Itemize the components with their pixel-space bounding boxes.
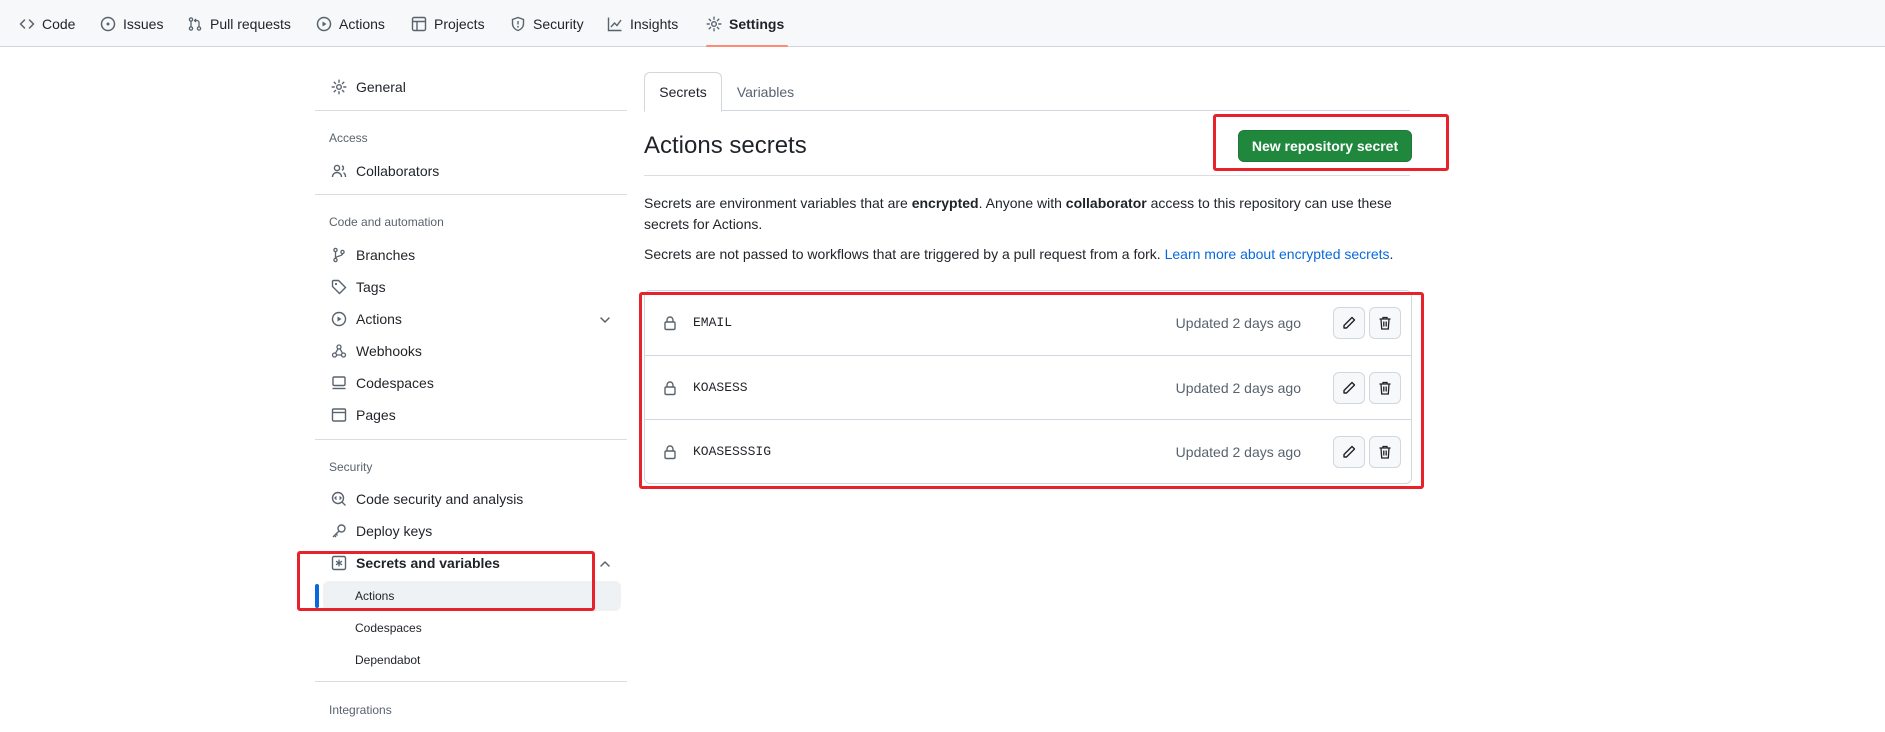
sidebar-divider (315, 439, 627, 440)
secret-row: EMAIL Updated 2 days ago (645, 291, 1411, 355)
issue-icon (100, 16, 116, 31)
branch-icon (333, 247, 345, 263)
nav-projects[interactable]: Projects (411, 0, 485, 47)
sidebar-item-tags[interactable]: Tags (331, 273, 386, 301)
repo-nav: Code Issues Pull requests Actions Projec… (0, 0, 1885, 47)
edit-secret-button[interactable] (1333, 372, 1365, 404)
secret-name: KOASESSSIG (693, 444, 772, 459)
sidebar-heading-access: Access (329, 131, 368, 145)
browser-icon (331, 408, 347, 422)
sidebar-divider (315, 194, 627, 195)
secrets-list: EMAIL Updated 2 days ago KOASESS Updated… (644, 290, 1412, 484)
sidebar-item-general[interactable]: General (331, 73, 406, 101)
sidebar-heading-code-automation: Code and automation (329, 215, 444, 229)
sidebar-active-indicator (315, 584, 319, 608)
chevron-up-icon[interactable] (597, 556, 613, 572)
secret-row: KOASESSSIG Updated 2 days ago (645, 419, 1411, 483)
sidebar-item-actions[interactable]: Actions (331, 305, 402, 333)
tab-variables[interactable]: Variables (728, 72, 803, 112)
secret-updated: Updated 2 days ago (1175, 380, 1301, 396)
secret-row: KOASESS Updated 2 days ago (645, 355, 1411, 419)
sidebar-sub-codespaces[interactable]: Codespaces (355, 621, 422, 635)
nav-settings[interactable]: Settings (706, 0, 789, 47)
nav-actions[interactable]: Actions (316, 0, 385, 47)
pencil-icon (1343, 381, 1356, 394)
tab-divider (644, 110, 1410, 111)
lock-icon (664, 316, 676, 331)
code-icon (19, 18, 35, 29)
sidebar-item-deploy-keys[interactable]: Deploy keys (331, 517, 432, 545)
codescan-icon (331, 491, 346, 506)
title-divider (644, 175, 1410, 176)
lock-icon (664, 381, 676, 396)
pencil-icon (1343, 445, 1356, 458)
chevron-down-icon[interactable] (597, 312, 613, 328)
tab-secrets[interactable]: Secrets (644, 72, 722, 112)
sidebar-sub-actions[interactable]: Actions (355, 589, 394, 603)
new-repository-secret-button[interactable]: New repository secret (1238, 130, 1412, 162)
shield-icon (511, 16, 525, 31)
sidebar-item-branches[interactable]: Branches (331, 241, 415, 269)
edit-secret-button[interactable] (1333, 436, 1365, 468)
pull-request-icon (188, 16, 202, 31)
play-icon (331, 311, 347, 327)
graph-icon (607, 17, 622, 31)
delete-secret-button[interactable] (1369, 307, 1401, 339)
people-icon (331, 164, 347, 178)
trash-icon (1379, 445, 1391, 459)
sidebar-divider (315, 110, 627, 111)
delete-secret-button[interactable] (1369, 436, 1401, 468)
settings-sidebar: General Access Collaborators Code and au… (315, 47, 627, 732)
fork-notice: Secrets are not passed to workflows that… (644, 246, 1394, 262)
sidebar-item-webhooks[interactable]: Webhooks (331, 337, 422, 365)
asterisk-square-icon (331, 555, 347, 571)
sidebar-item-code-security[interactable]: Code security and analysis (331, 485, 523, 513)
play-icon (316, 16, 332, 31)
webhook-icon (331, 344, 347, 358)
nav-code[interactable]: Code (19, 0, 75, 47)
key-icon (332, 524, 346, 538)
sidebar-item-pages[interactable]: Pages (331, 401, 396, 429)
sidebar-heading-security: Security (329, 460, 373, 474)
secret-name: KOASESS (693, 380, 748, 395)
lock-icon (664, 445, 676, 460)
nav-security[interactable]: Security (510, 0, 584, 47)
table-icon (411, 16, 427, 31)
delete-secret-button[interactable] (1369, 372, 1401, 404)
page-title: Actions secrets (644, 132, 807, 159)
sidebar-sub-dependabot[interactable]: Dependabot (355, 653, 420, 667)
sidebar-item-secrets-variables[interactable]: Secrets and variables (331, 549, 500, 577)
codespaces-icon (332, 376, 346, 390)
learn-more-link[interactable]: Learn more about encrypted secrets (1165, 246, 1390, 262)
sidebar-heading-integrations: Integrations (329, 703, 392, 717)
sidebar-item-codespaces[interactable]: Codespaces (331, 369, 434, 397)
secret-name: EMAIL (693, 315, 733, 330)
gear-icon (331, 79, 347, 95)
pencil-icon (1343, 316, 1356, 329)
sidebar-divider (315, 681, 627, 682)
sidebar-item-collaborators[interactable]: Collaborators (331, 157, 439, 185)
nav-pull-requests[interactable]: Pull requests (187, 0, 291, 47)
trash-icon (1379, 316, 1391, 330)
tag-icon (331, 279, 347, 295)
secret-updated: Updated 2 days ago (1175, 444, 1301, 460)
trash-icon (1379, 381, 1391, 395)
gear-icon (706, 16, 722, 31)
secrets-description: Secrets are environment variables that a… (644, 195, 1392, 232)
edit-secret-button[interactable] (1333, 307, 1365, 339)
secret-updated: Updated 2 days ago (1175, 315, 1301, 331)
nav-insights[interactable]: Insights (607, 0, 678, 47)
nav-issues[interactable]: Issues (100, 0, 163, 47)
